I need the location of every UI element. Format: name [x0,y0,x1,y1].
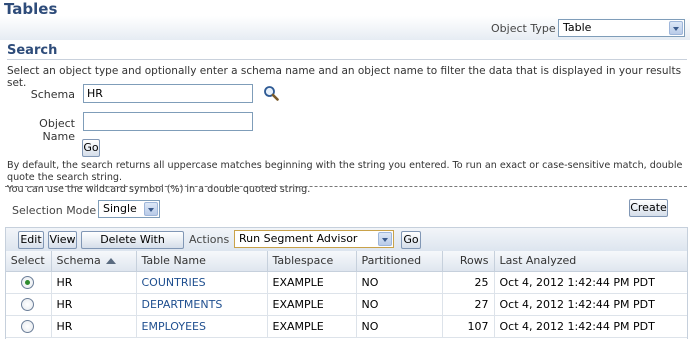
search-go-button[interactable]: Go [82,139,100,157]
search-hint: By default, the search returns all upper… [7,160,687,196]
table-name-cell: EMPLOYEES [136,315,268,338]
column-header-last-analyzed[interactable]: Last Analyzed [494,251,688,272]
rows-cell: 27 [442,293,495,316]
actions-select[interactable]: Run Segment Advisor [234,230,394,248]
row-radio[interactable] [21,297,35,311]
select-cell [5,315,52,338]
select-cell [5,293,52,316]
last-analyzed-cell: Oct 4, 2012 1:42:44 PM PDT [494,271,688,294]
table-name-link[interactable]: COUNTRIES [142,276,206,289]
column-header-rows[interactable]: Rows [442,251,495,272]
chevron-down-icon[interactable] [144,202,158,216]
chevron-down-icon[interactable] [378,232,392,246]
selection-mode-value: Single [103,202,137,215]
tablespace-cell: EXAMPLE [267,293,357,316]
tablespace-cell: EXAMPLE [267,271,357,294]
table-row: HR DEPARTMENTS EXAMPLE NO 27 Oct 4, 2012… [5,293,688,316]
table-name-cell: DEPARTMENTS [136,293,268,316]
selection-mode-select[interactable]: Single [98,200,160,218]
table-header-row: Select Schema Table Name Tablespace Part… [5,251,688,272]
actions-value: Run Segment Advisor [239,232,358,245]
tables-table: Select Schema Table Name Tablespace Part… [5,251,688,338]
object-type-value: Table [563,21,592,34]
row-radio-selected[interactable] [21,275,35,289]
row-radio[interactable] [21,319,35,333]
schema-label: Schema [30,88,75,101]
column-header-tablespace[interactable]: Tablespace [267,251,357,272]
column-header-partitioned[interactable]: Partitioned [356,251,443,272]
table-name-link[interactable]: EMPLOYEES [142,320,206,333]
table-row: HR EMPLOYEES EXAMPLE NO 107 Oct 4, 2012 … [5,315,688,338]
search-icon[interactable] [263,85,279,101]
object-type-label: Object Type [491,22,556,35]
select-cell [5,271,52,294]
partitioned-cell: NO [356,293,443,316]
search-divider [7,59,687,60]
partitioned-cell: NO [356,271,443,294]
column-header-schema[interactable]: Schema [51,251,137,272]
last-analyzed-cell: Oct 4, 2012 1:42:44 PM PDT [494,315,688,338]
dashed-divider [5,186,687,187]
rows-cell: 107 [442,315,495,338]
table-name-link[interactable]: DEPARTMENTS [142,298,223,311]
object-name-label: Object Name [39,117,75,143]
schema-cell: HR [51,315,137,338]
table-row: HR COUNTRIES EXAMPLE NO 25 Oct 4, 2012 1… [5,271,688,294]
column-header-select: Select [5,251,52,272]
column-header-table-name[interactable]: Table Name [136,251,268,272]
object-name-input[interactable] [83,112,253,131]
tablespace-cell: EXAMPLE [267,315,357,338]
page-title: Tables [4,0,58,18]
actions-label: Actions [189,233,230,246]
column-header-schema-label: Schema [56,254,101,268]
selection-mode-label: Selection Mode [12,204,97,217]
schema-cell: HR [51,271,137,294]
schema-cell: HR [51,293,137,316]
search-heading: Search [7,43,58,58]
last-analyzed-cell: Oct 4, 2012 1:42:44 PM PDT [494,293,688,316]
actions-go-button[interactable]: Go [401,231,421,249]
create-button[interactable]: Create [629,199,668,217]
sort-ascending-icon[interactable] [105,258,116,265]
edit-button[interactable]: Edit [18,231,44,249]
object-type-select[interactable]: Table [558,19,685,37]
delete-with-options-button[interactable]: Delete With Options [81,231,184,262]
table-name-cell: COUNTRIES [136,271,268,294]
schema-input[interactable]: HR [83,84,253,103]
view-button[interactable]: View [48,231,77,249]
chevron-down-icon[interactable] [669,21,683,35]
rows-cell: 25 [442,271,495,294]
partitioned-cell: NO [356,315,443,338]
search-hint-line-1: By default, the search returns all upper… [7,160,683,183]
